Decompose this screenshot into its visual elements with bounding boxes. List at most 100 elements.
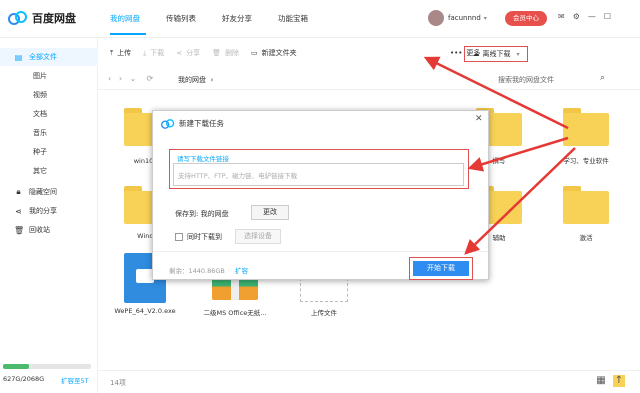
chevron-down-icon: ▾ (516, 50, 520, 58)
sidebar-item-label: 种子 (33, 148, 47, 156)
nav-arrows[interactable]: ‹ › ⌄ ⟳ (108, 74, 153, 83)
tab-my-disk[interactable]: 我的网盘 (110, 13, 140, 24)
download-link-input[interactable]: 支持HTTP、FTP、磁力链、电驴链接下载 (173, 163, 464, 186)
share-icon: ⋖ (15, 206, 22, 216)
file-icon: ▤ (14, 52, 23, 62)
mail-icon[interactable]: ✉ (558, 12, 565, 21)
breadcrumb[interactable]: 我的网盘 › (178, 75, 213, 85)
status-bar: 14项 ▦ ↑ (98, 370, 640, 393)
sidebar-item-hidden-space[interactable]: 🔒︎ 隐藏空间 (0, 183, 98, 201)
change-location-button[interactable]: 更改 (251, 205, 289, 220)
minimize-icon[interactable]: — (588, 12, 596, 21)
download-button[interactable]: ⤓ 下载 (143, 48, 164, 58)
sidebar-item-label: 我的分享 (29, 207, 57, 215)
delete-button[interactable]: 🗑︎ 删除 (212, 48, 239, 58)
new-folder-button[interactable]: ▭ 新建文件夹 (251, 48, 297, 58)
sync-checkbox[interactable] (175, 233, 183, 241)
sidebar-item-images[interactable]: 图片 (0, 67, 98, 85)
app-title: 百度网盘 (32, 12, 76, 25)
trash-icon: 🗑︎ (14, 225, 25, 235)
upload-label: 上传 (117, 49, 132, 57)
tab-transfer-list[interactable]: 传输列表 (166, 13, 196, 24)
sidebar-item-label: 全部文件 (29, 53, 57, 61)
sidebar-item-docs[interactable]: 文档 (0, 105, 98, 123)
sort-icon[interactable]: ↑ (613, 375, 625, 387)
folder-plus-icon: ▭ (250, 49, 258, 57)
more-label: 更多 (466, 49, 481, 57)
sidebar-item-label: 视频 (33, 91, 47, 99)
close-icon[interactable]: ✕ (475, 114, 483, 124)
search-input[interactable]: 搜索我的网盘文件 (498, 75, 554, 85)
gear-icon[interactable]: ⚙ (573, 12, 580, 21)
sidebar-item-other[interactable]: 其它 (0, 162, 98, 180)
share-icon: ⋖ (176, 49, 183, 57)
file-label: 学习、专业软件 (563, 157, 609, 165)
breadcrumb-root[interactable]: 我的网盘 (178, 76, 206, 84)
avatar[interactable] (428, 10, 444, 26)
new-folder-label: 新建文件夹 (261, 49, 297, 57)
sidebar-item-label: 图片 (33, 72, 47, 80)
folder-study-software[interactable] (563, 108, 609, 146)
sidebar-item-label: 音乐 (33, 129, 47, 137)
sidebar-item-label: 回收站 (29, 226, 50, 234)
active-tab-indicator (110, 33, 146, 35)
share-button[interactable]: ⋖ 分享 (176, 48, 200, 58)
path-bar: ‹ › ⌄ ⟳ 我的网盘 › 搜索我的网盘文件 ⌕ (98, 70, 640, 90)
baidu-cloud-logo-icon (161, 118, 175, 129)
remaining-space: 剩余：1440.86GB (169, 267, 225, 275)
file-label: 激活 (579, 234, 593, 242)
chevron-down-icon: ▾ (490, 49, 494, 57)
lock-icon: 🔒︎ (16, 187, 21, 196)
item-count: 14项 (110, 379, 126, 387)
vip-center-button[interactable]: 会员中心 (505, 11, 547, 26)
storage-bar (3, 364, 91, 369)
select-device-button[interactable]: 选择设备 (235, 229, 281, 244)
new-download-dialog: 新建下载任务 ✕ 请写下载文件链接 支持HTTP、FTP、磁力链、电驴链接下载 … (152, 110, 489, 280)
more-button[interactable]: ••• 更多 ▾ (450, 48, 493, 58)
sidebar-item-my-share[interactable]: ⋖ 我的分享 (0, 202, 98, 220)
user-profile[interactable]: facunnnd ▾ (428, 10, 487, 26)
start-download-button[interactable]: 开始下载 (413, 261, 469, 276)
file-label: 二级MS Office无纸... (203, 309, 267, 317)
sidebar-item-label: 文档 (33, 110, 47, 118)
sidebar-item-label: 其它 (33, 167, 47, 175)
expand-storage-link[interactable]: 扩容至5T (61, 375, 89, 385)
dialog-footer: 剩余：1440.86GB 扩容 开始下载 (153, 251, 488, 280)
expand-link[interactable]: 扩容 (235, 265, 248, 275)
tab-friend-share[interactable]: 好友分享 (222, 13, 252, 24)
save-location: 保存到: 我的网盘 (175, 210, 229, 218)
delete-label: 删除 (224, 49, 239, 57)
toolbar: ⤒ 上传 ⤓ 下载 ⋖ 分享 🗑︎ 删除 ▭ 新建文件夹 ☁ 离线下载 ▾ ••• 更多 ▾ (98, 42, 640, 64)
sidebar-item-label: 隐藏空间 (29, 188, 57, 196)
search-icon[interactable]: ⌕ (600, 73, 605, 83)
download-label: 下载 (150, 49, 165, 57)
sidebar-item-all-files[interactable]: ▤ 全部文件 (0, 48, 98, 66)
sidebar-item-recycle-bin[interactable]: 🗑︎ 回收站 (0, 221, 98, 239)
share-label: 分享 (186, 49, 201, 57)
sidebar: ▤ 全部文件 图片 视频 文档 音乐 种子 其它 🔒︎ 隐藏空间 ⋖ 我的分享 🗑︎ 回… (0, 38, 98, 393)
sidebar-item-torrents[interactable]: 种子 (0, 143, 98, 161)
top-bar: 百度网盘 我的网盘 传输列表 好友分享 功能宝箱 facunnnd ▾ 会员中心… (0, 0, 640, 38)
sync-download-option[interactable]: 同时下载到 (175, 232, 222, 242)
sidebar-item-videos[interactable]: 视频 (0, 86, 98, 104)
sidebar-item-music[interactable]: 音乐 (0, 124, 98, 142)
tab-toolbox[interactable]: 功能宝箱 (278, 13, 308, 24)
more-icon: ••• (450, 49, 463, 57)
file-label: 上传文件 (311, 309, 337, 317)
dialog-title-bar: 新建下载任务 (161, 118, 224, 129)
folder-activate[interactable] (563, 186, 609, 224)
baidu-cloud-logo-icon (8, 11, 27, 25)
upload-icon: ⤒ (110, 48, 114, 57)
chevron-down-icon[interactable]: ▾ (484, 15, 487, 22)
trash-icon: 🗑︎ (212, 49, 221, 57)
maximize-icon[interactable]: ☐ (604, 12, 611, 21)
link-field-label: 请写下载文件链接 (177, 155, 229, 163)
grid-view-icon[interactable]: ▦ (595, 375, 607, 387)
app-logo[interactable]: 百度网盘 (8, 10, 76, 26)
dialog-title: 新建下载任务 (179, 119, 224, 128)
upload-button[interactable]: ⤒ 上传 (110, 48, 131, 58)
download-icon: ⤓ (143, 48, 147, 57)
storage-text: 627G/2068G (3, 375, 45, 383)
user-name: facunnnd (448, 14, 481, 22)
file-label: WePE_64_V2.0.exe (114, 307, 176, 315)
